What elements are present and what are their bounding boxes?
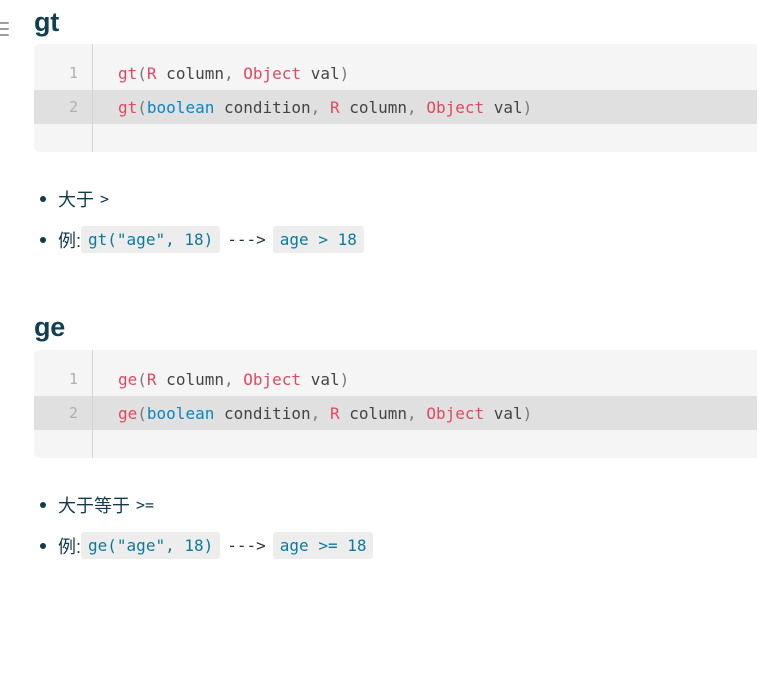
code-token: R	[329, 97, 340, 117]
section-title: gt	[34, 6, 60, 37]
code-token: ge	[118, 369, 138, 389]
code-token: ,	[310, 403, 321, 423]
code-token: Object	[426, 403, 485, 423]
code-line: 2 ge(boolean condition, R column, Object …	[34, 396, 757, 430]
example-result-code: age >= 18	[272, 532, 374, 559]
code-token: Object	[243, 369, 302, 389]
operator-symbol: >=	[136, 495, 155, 514]
code-token: column	[156, 63, 224, 83]
code-token: )	[339, 63, 350, 83]
section-title: ge	[34, 311, 66, 342]
bullet-label: 大于	[58, 189, 94, 210]
code-token: gt	[118, 97, 138, 117]
code-token: R	[146, 63, 157, 83]
bullet-label: 大于等于	[58, 495, 130, 516]
code-trailing-space	[34, 430, 757, 442]
code-line: 2 gt(boolean condition, R column, Object …	[34, 90, 757, 124]
example-call-code: gt("age", 18)	[81, 226, 221, 253]
code-token: )	[339, 369, 350, 389]
hamburger-line	[0, 34, 9, 36]
list-item: 大于 >	[34, 178, 759, 219]
line-number: 1	[68, 64, 78, 82]
code-token: gt	[118, 63, 138, 83]
code-block[interactable]: 1 ge(R column, Object val) 2 ge(boolean con…	[34, 350, 757, 458]
code-token: R	[146, 369, 157, 389]
code-token: (	[137, 403, 147, 423]
code-token: val	[301, 369, 340, 389]
hamburger-line	[0, 22, 9, 24]
section-heading-row: gt	[34, 0, 759, 44]
code-token: val	[484, 403, 523, 423]
arrow-separator: --->	[227, 230, 266, 249]
example-result-code: age > 18	[272, 226, 364, 253]
code-line-text: ge(R column, Object val)	[92, 370, 349, 389]
code-token: column	[339, 403, 408, 423]
code-token: (	[137, 63, 147, 83]
code-line-text: ge(boolean condition, R column, Object v…	[92, 404, 532, 423]
code-token: val	[301, 63, 340, 83]
line-number: 2	[68, 98, 78, 116]
code-token: (	[137, 369, 147, 389]
code-line-text: gt(boolean condition, R column, Object v…	[92, 98, 532, 117]
code-token: ge	[118, 403, 138, 423]
code-token: boolean	[146, 97, 215, 117]
code-line: 1 gt(R column, Object val)	[34, 56, 757, 90]
hamburger-line	[0, 28, 9, 30]
gutter-divider	[92, 44, 93, 152]
list-item: 大于等于 >=	[34, 484, 759, 525]
code-token: condition	[214, 97, 311, 117]
line-number: 2	[68, 404, 78, 422]
doc-content: gt 1 gt(R column, Object val) 2 gt(boolean c…	[0, 0, 759, 566]
section-heading-row: ge	[34, 304, 759, 350]
code-token: (	[137, 97, 147, 117]
sections-container: gt 1 gt(R column, Object val) 2 gt(boolean c…	[34, 0, 759, 566]
code-token: ,	[223, 63, 234, 83]
code-token: ,	[407, 97, 417, 117]
bullet-list: 大于 > 例: gt("age", 18) ---> age > 18	[34, 178, 759, 260]
doc-section: ge 1 ge(R column, Object val) 2 ge(boolean c…	[34, 304, 759, 566]
code-token: ,	[223, 369, 234, 389]
doc-section: gt 1 gt(R column, Object val) 2 gt(boolean c…	[34, 0, 759, 304]
list-item: 例: gt("age", 18) ---> age > 18	[34, 219, 759, 260]
code-block[interactable]: 1 gt(R column, Object val) 2 gt(boolean con…	[34, 44, 757, 152]
operator-symbol: >	[100, 189, 110, 208]
example-call-code: ge("age", 18)	[81, 532, 221, 559]
code-token: ,	[407, 403, 417, 423]
code-token: column	[156, 369, 224, 389]
code-token: column	[339, 97, 408, 117]
code-line: 1 ge(R column, Object val)	[34, 362, 757, 396]
code-token: val	[484, 97, 523, 117]
bullet-label: 例:	[58, 536, 82, 557]
line-number: 1	[68, 370, 78, 388]
bullet-label: 例:	[58, 230, 82, 251]
list-item: 例: ge("age", 18) ---> age >= 18	[34, 525, 759, 566]
bullet-list: 大于等于 >= 例: ge("age", 18) ---> age >= 18	[34, 484, 759, 566]
code-trailing-space	[34, 124, 757, 136]
code-token: condition	[214, 403, 311, 423]
gutter-divider	[92, 350, 93, 458]
code-token: )	[522, 403, 533, 423]
code-line-text: gt(R column, Object val)	[92, 64, 349, 83]
code-token: )	[522, 97, 533, 117]
arrow-separator: --->	[227, 536, 266, 555]
code-token: Object	[426, 97, 485, 117]
code-token: boolean	[146, 403, 215, 423]
code-token: Object	[243, 63, 302, 83]
hamburger-menu-icon[interactable]	[0, 22, 9, 36]
code-token: R	[329, 403, 340, 423]
code-token: ,	[310, 97, 321, 117]
